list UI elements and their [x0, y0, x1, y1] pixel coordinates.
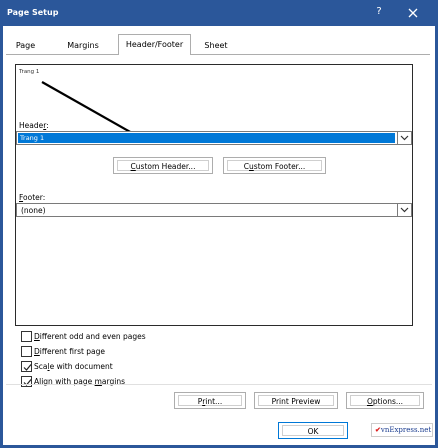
scale-with-document-checkbox[interactable]: [21, 361, 32, 372]
header-label: Header:: [19, 121, 49, 130]
custom-footer-button[interactable]: Custom Footer...: [223, 157, 326, 174]
page-setup-dialog: Page Setup ? Page Margins Header/Footer …: [0, 0, 438, 448]
footer-value: (none): [21, 206, 46, 215]
header-dropdown-button[interactable]: [397, 132, 411, 144]
dialog-title: Page Setup: [7, 8, 59, 17]
print-preview-button[interactable]: Print Preview: [254, 392, 338, 409]
checkmark-icon: [23, 379, 32, 386]
tab-bar: Page Margins Header/Footer Sheet: [3, 26, 435, 55]
tab-divider: [6, 54, 430, 55]
checkmark-icon: [23, 364, 32, 371]
help-button[interactable]: ?: [371, 4, 387, 20]
tab-margins[interactable]: Margins: [61, 37, 105, 54]
footer-dropdown[interactable]: (none): [16, 203, 412, 217]
footer-label: Footer:: [19, 193, 46, 202]
print-button[interactable]: Print...: [174, 392, 246, 409]
chevron-down-icon: [400, 135, 409, 141]
watermark-logo: ✔vnExpress.net: [371, 423, 433, 437]
different-odd-even-checkbox[interactable]: [21, 331, 32, 342]
footer-dropdown-button[interactable]: [397, 204, 411, 216]
header-footer-panel: Trang 1 Header: Trang 1 Custom Header...…: [15, 64, 413, 326]
close-icon: [408, 8, 418, 18]
chevron-down-icon: [400, 207, 409, 213]
tab-header-footer[interactable]: Header/Footer: [118, 34, 191, 55]
footer-preview: [16, 269, 412, 325]
dialog-body: Page Margins Header/Footer Sheet Trang 1…: [3, 26, 435, 445]
close-button[interactable]: [404, 4, 422, 22]
header-dropdown[interactable]: Trang 1: [16, 131, 412, 145]
custom-header-button[interactable]: Custom Header...: [113, 157, 213, 174]
different-first-page-checkbox[interactable]: [21, 346, 32, 357]
options-button[interactable]: Options...: [346, 392, 424, 409]
separator: [6, 384, 432, 385]
align-with-margins-checkbox[interactable]: [21, 376, 32, 387]
ok-button[interactable]: OK: [278, 422, 348, 439]
tab-page[interactable]: Page: [9, 37, 42, 54]
header-selected-value: Trang 1: [18, 133, 395, 143]
title-bar[interactable]: Page Setup ?: [0, 0, 438, 26]
tab-sheet[interactable]: Sheet: [198, 37, 234, 54]
